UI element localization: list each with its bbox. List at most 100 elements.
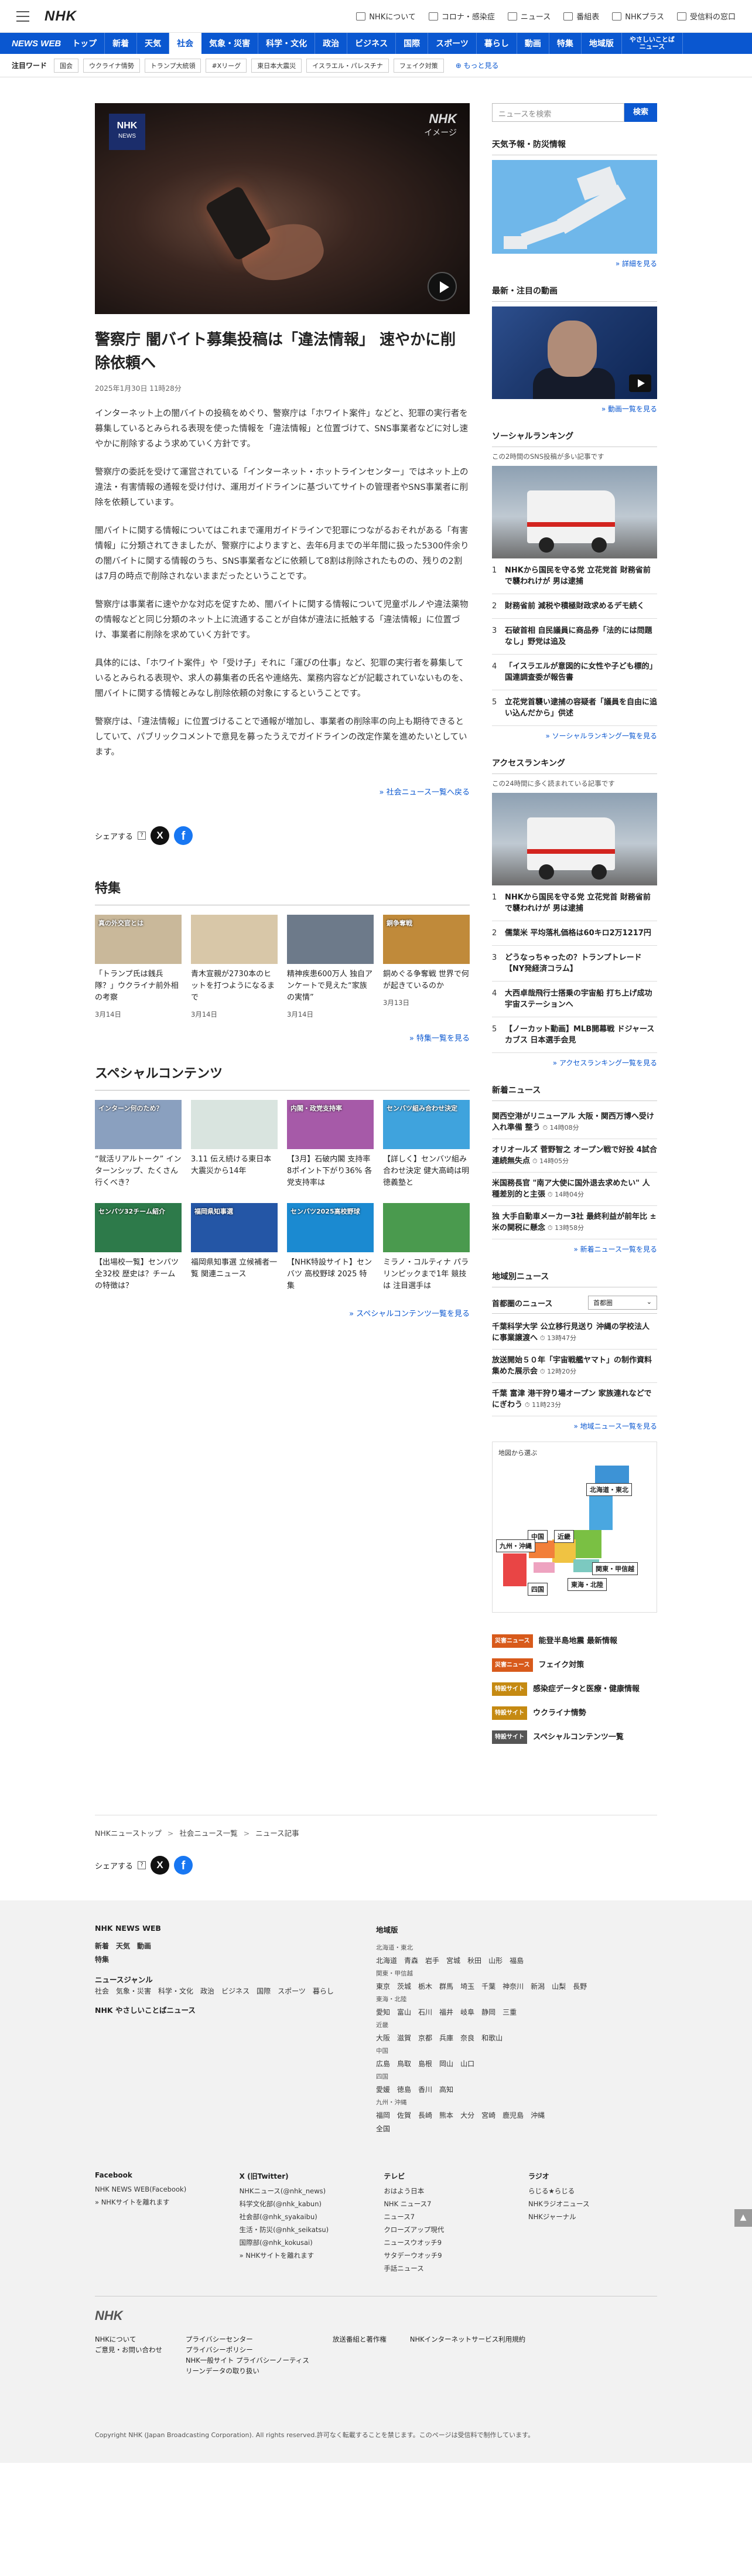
footer-bottom-link[interactable]: 放送番組と著作権 <box>333 2334 387 2345</box>
footer-sns-link[interactable]: » NHKサイトを離れます <box>240 2249 368 2262</box>
footer-sns-link[interactable]: ニュースウオッチ9 <box>384 2236 512 2249</box>
feature-thumb[interactable]: 銅争奪戦 <box>383 915 470 964</box>
header-link-5[interactable]: 受信料の窓口 <box>676 11 736 22</box>
trend-tag-5[interactable]: イスラエル・パレスチナ <box>306 58 389 73</box>
facebook-share-icon[interactable]: f <box>174 826 193 845</box>
footer-pref-link[interactable]: 熊本 <box>439 2111 453 2120</box>
special-card[interactable]: センバツ組み合わせ決定 【詳しく】センバツ組み合わせ決定 健大高崎は明徳義塾と <box>383 1100 470 1189</box>
footer-pref-link[interactable]: 山形 <box>488 1957 503 1965</box>
footer-pref-link[interactable]: 茨城 <box>397 1982 411 1991</box>
map-region-6[interactable]: 東海・北陸 <box>568 1578 607 1591</box>
ranking-item-1[interactable]: 1 NHKから国民を守る党 立花党首 財務省前で襲われけが 男は逮捕 <box>492 885 657 921</box>
featured-video-thumb[interactable] <box>492 306 657 399</box>
nav-item-0[interactable]: トップ <box>64 33 105 54</box>
feature-thumb[interactable] <box>287 915 374 964</box>
footer-pref-link[interactable]: 静岡 <box>481 2008 495 2016</box>
nav-item-easy-news[interactable]: やさしいことば ニュース <box>622 33 683 54</box>
ranking-item-2[interactable]: 2 儒葉米 平均落札価格は60キロ2万1217円 <box>492 921 657 946</box>
footer-link[interactable]: 動画 <box>137 1942 151 1950</box>
special-card[interactable]: 福岡県知事選 福岡県知事選 立候補者一覧 関連ニュース <box>191 1203 278 1292</box>
footer-pref-link[interactable]: 栃木 <box>418 1982 432 1991</box>
footer-pref-link[interactable]: 広島 <box>376 2060 390 2068</box>
footer-pref-link[interactable]: 岐阜 <box>460 2008 474 2016</box>
nav-item-2[interactable]: 天気 <box>137 33 170 54</box>
footer-pref-link[interactable]: 群馬 <box>439 1982 453 1991</box>
trend-tag-3[interactable]: #Xリーグ <box>206 58 247 73</box>
nav-item-1[interactable]: 新着 <box>105 33 138 54</box>
footer-pref-link[interactable]: 埼玉 <box>460 1982 474 1991</box>
header-link-4[interactable]: NHKプラス <box>612 11 664 22</box>
footer-pref-link[interactable]: 福島 <box>510 1957 524 1965</box>
special-thumb[interactable]: センバツ32チーム紹介 <box>95 1203 182 1252</box>
footer-pref-link[interactable]: 宮崎 <box>481 2111 495 2120</box>
footer-bottom-link[interactable]: ご意見・お問い合わせ <box>95 2345 162 2355</box>
special-card[interactable]: 内閣・政党支持率 【3月】石破内閣 支持率 8ポイント下がり36% 各党支持率は <box>287 1100 374 1189</box>
special-thumb[interactable]: センバツ組み合わせ決定 <box>383 1100 470 1149</box>
feature-card[interactable]: 銅争奪戦 銅めぐる争奪戦 世界で何が起きているのか 3月13日 <box>383 915 470 1019</box>
news-item[interactable]: 千葉 富津 港干狩り場オープン 家族連れなどでにぎわう11時23分 <box>492 1383 657 1416</box>
footer-pref-link[interactable]: 徳島 <box>397 2086 411 2094</box>
nav-item-8[interactable]: 国際 <box>396 33 429 54</box>
nav-item-5[interactable]: 科学・文化 <box>258 33 316 54</box>
facebook-share-icon[interactable]: f <box>174 1856 193 1875</box>
footer-pref-link[interactable]: 千葉 <box>481 1982 495 1991</box>
footer-pref-link[interactable]: 青森 <box>404 1957 418 1965</box>
map-region-3[interactable]: 関東・甲信越 <box>592 1562 638 1575</box>
footer-sns-link[interactable]: 社会部(@nhk_syakaibu) <box>240 2210 368 2223</box>
footer-nhk-logo[interactable]: NHK <box>95 2308 657 2323</box>
news-item[interactable]: 独 大手自動車メーカー3社 最終利益が前年比 ± 米の関税に懸念13時58分 <box>492 1206 657 1239</box>
footer-pref-link[interactable]: 福井 <box>439 2008 453 2016</box>
nav-item-10[interactable]: 暮らし <box>477 33 517 54</box>
special-card[interactable]: センバツ32チーム紹介 【出場校一覧】センバツ全32校 歴史は？チームの特徴は？ <box>95 1203 182 1292</box>
footer-pref-link[interactable]: 沖縄 <box>531 2111 545 2120</box>
footer-pref-link[interactable]: 滋賀 <box>397 2034 411 2042</box>
footer-sns-link[interactable]: NHKジャーナル <box>528 2210 657 2223</box>
article-hero-image[interactable]: NHK NEWS NHK イメージ <box>95 103 470 314</box>
special-card[interactable]: ミラノ・コルティナ パラリンピックまで1年 競技は 注目選手は <box>383 1203 470 1292</box>
weather-more-link[interactable]: » 詳細を見る <box>492 258 657 268</box>
map-region-2[interactable]: 近畿 <box>554 1530 574 1543</box>
social-top-thumb[interactable] <box>492 466 657 558</box>
back-to-top-icon[interactable]: ▲ <box>734 2209 752 2227</box>
ranking-item-2[interactable]: 2 財務省前 減税や積極財政求めるデモ続く <box>492 594 657 619</box>
trend-tag-1[interactable]: ウクライナ情勢 <box>83 58 140 73</box>
footer-sns-link[interactable]: NHKラジオニュース <box>528 2197 657 2210</box>
feature-card[interactable]: 青木宣親が2730本のヒットを打つようになるまで 3月14日 <box>191 915 278 1019</box>
footer-features-link[interactable]: 特集 <box>95 1953 353 1967</box>
footer-genre-link[interactable]: 科学・文化 <box>158 1987 193 1995</box>
footer-genre-link[interactable]: 気象・災害 <box>116 1987 151 1995</box>
footer-pref-link[interactable]: 長野 <box>573 1982 587 1991</box>
feature-card[interactable]: 真の外交官とは 「トランプ氏は銭兵隊？」ウクライナ前外相の考察 3月14日 <box>95 915 182 1019</box>
footer-pref-link[interactable]: 石川 <box>418 2008 432 2016</box>
access-more-link[interactable]: » アクセスランキング一覧を見る <box>492 1058 657 1068</box>
special-tag-row[interactable]: 災害ニュース フェイク対策 <box>492 1653 657 1677</box>
search-button[interactable]: 検索 <box>624 103 657 122</box>
footer-pref-link[interactable]: 秋田 <box>467 1957 481 1965</box>
feature-thumb[interactable]: 真の外交官とは <box>95 915 182 964</box>
nav-item-4[interactable]: 気象・災害 <box>201 33 259 54</box>
footer-pref-link[interactable]: 岩手 <box>425 1957 439 1965</box>
nhk-logo[interactable]: NHK <box>45 8 77 25</box>
special-more-link[interactable]: » スペシャルコンテンツ一覧を見る <box>95 1307 470 1318</box>
footer-newsweb-heading[interactable]: NHK NEWS WEB <box>95 1924 353 1933</box>
footer-sns-link[interactable]: らじる★らじる <box>528 2185 657 2197</box>
header-link-0[interactable]: NHKについて <box>356 11 416 22</box>
nav-item-12[interactable]: 特集 <box>549 33 582 54</box>
social-more-link[interactable]: » ソーシャルランキング一覧を見る <box>492 731 657 741</box>
back-to-society-link[interactable]: » 社会ニュース一覧へ戻る <box>95 786 470 797</box>
special-thumb[interactable]: 内閣・政党支持率 <box>287 1100 374 1149</box>
footer-bottom-link[interactable]: プライバシーセンター <box>186 2334 309 2345</box>
special-card[interactable]: 3.11 伝え続ける東日本大震災から14年 <box>191 1100 278 1189</box>
footer-pref-link[interactable]: 山梨 <box>552 1982 566 1991</box>
footer-bottom-link[interactable]: NHK一般サイト プライバシーノーティス <box>186 2355 309 2366</box>
footer-genre-link[interactable]: スポーツ <box>278 1987 306 1995</box>
footer-pref-link[interactable]: 全国 <box>376 2125 390 2133</box>
special-thumb[interactable]: 福岡県知事選 <box>191 1203 278 1252</box>
search-input[interactable]: ニュースを検索 <box>492 103 624 122</box>
footer-genre-link[interactable]: ビジネス <box>221 1987 249 1995</box>
footer-pref-link[interactable]: 愛媛 <box>376 2086 390 2094</box>
map-region-5[interactable]: 四国 <box>528 1583 548 1596</box>
video-play-icon[interactable] <box>428 272 457 301</box>
breadcrumb-item-0[interactable]: NHKニューストップ <box>95 1829 162 1838</box>
footer-pref-link[interactable]: 長崎 <box>418 2111 432 2120</box>
